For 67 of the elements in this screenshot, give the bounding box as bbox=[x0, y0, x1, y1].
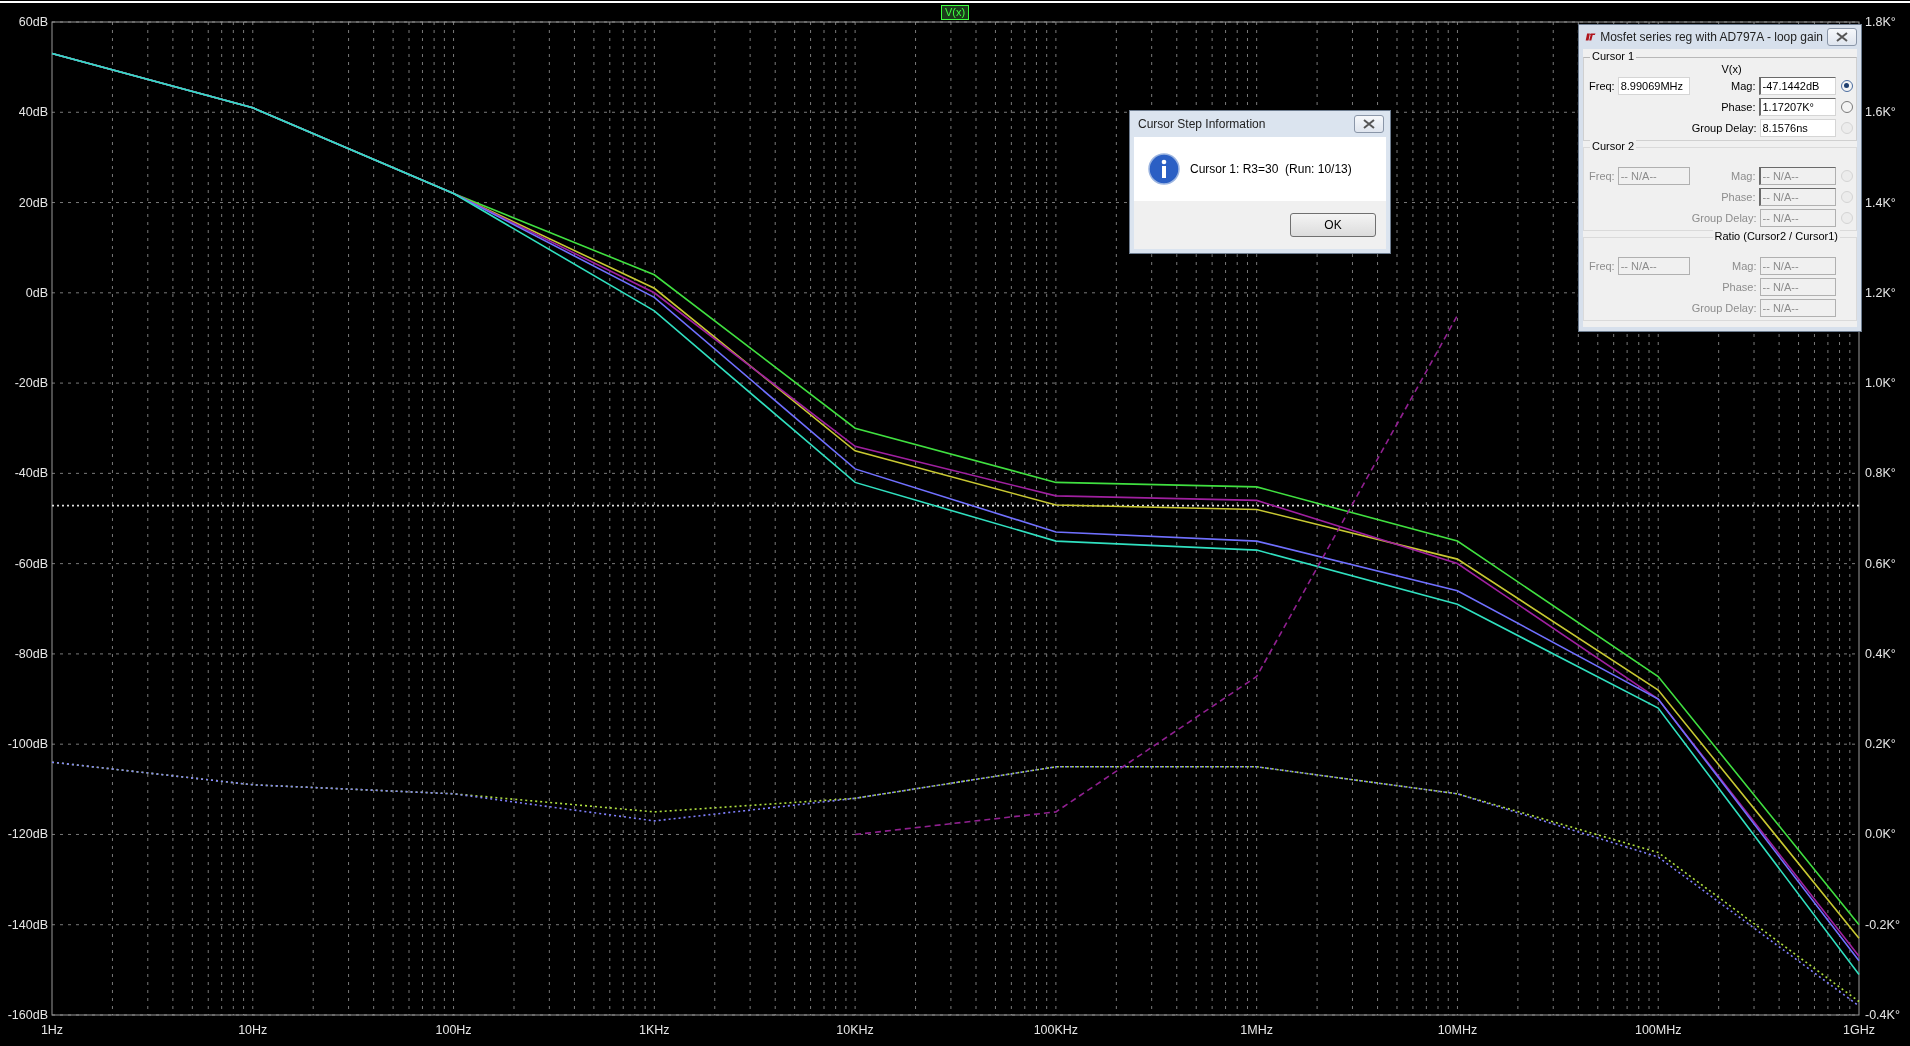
value-field[interactable]: 1.17207K° bbox=[1758, 97, 1836, 116]
axis-label: -120dB bbox=[7, 827, 48, 842]
axis-label: 100KHz bbox=[1033, 1023, 1079, 1037]
axis-label: 0.0K° bbox=[1865, 827, 1896, 842]
axis-label: 10Hz bbox=[238, 1023, 268, 1037]
field-label: Group Delay: bbox=[1691, 211, 1757, 224]
axis-label: 1.0K° bbox=[1865, 376, 1896, 391]
axis-label: 0dB bbox=[25, 285, 48, 300]
axis-label: 1KHz bbox=[639, 1023, 670, 1037]
close-icon bbox=[1363, 119, 1375, 129]
logo-icon bbox=[1585, 31, 1597, 43]
axis-label: 20dB bbox=[18, 195, 48, 210]
close-icon bbox=[1836, 32, 1848, 42]
axis-label: 1.4K° bbox=[1865, 195, 1896, 210]
axis-label: 0.8K° bbox=[1865, 466, 1896, 481]
axis-label: 10MHz bbox=[1437, 1023, 1478, 1037]
close-button[interactable] bbox=[1827, 28, 1857, 46]
field-label: Freq: bbox=[1589, 260, 1615, 272]
ok-button[interactable]: OK bbox=[1290, 213, 1376, 237]
field-label: Mag: bbox=[1731, 169, 1756, 182]
field-label: Phase: bbox=[1721, 100, 1756, 113]
axis-label: 1.8K° bbox=[1865, 15, 1896, 29]
axis-label: -80dB bbox=[14, 646, 48, 661]
axis-label: 1MHz bbox=[1240, 1023, 1273, 1037]
message-text: Cursor 1: R3=30 (Run: 10/13) bbox=[1190, 162, 1352, 176]
trace-name: V(x) bbox=[1721, 63, 1742, 75]
dialog-title: Cursor Step Information bbox=[1138, 117, 1266, 131]
axis-label: -0.4K° bbox=[1865, 1008, 1900, 1022]
axis-label: -0.2K° bbox=[1865, 917, 1900, 932]
axis-label: -20dB bbox=[14, 376, 48, 391]
field-label: Phase: bbox=[1721, 190, 1756, 203]
group-label: Cursor 2 bbox=[1590, 140, 1637, 152]
axis-label: 1.6K° bbox=[1865, 105, 1896, 120]
window-title: Mosfet series reg with AD797A - loop gain bbox=[1600, 30, 1823, 44]
radio-button[interactable] bbox=[1840, 79, 1853, 92]
radio-button[interactable] bbox=[1840, 100, 1853, 113]
axis-label: -140dB bbox=[7, 917, 48, 932]
group-label: Cursor 1 bbox=[1590, 50, 1637, 62]
axis-label: 60dB bbox=[18, 15, 48, 29]
axis-label: 0.6K° bbox=[1865, 556, 1896, 571]
axis-label: -40dB bbox=[14, 466, 48, 481]
freq-field[interactable]: 8.99069MHz bbox=[1617, 77, 1690, 95]
axis-label: -60dB bbox=[14, 556, 48, 571]
value-field[interactable]: -47.1442dB bbox=[1758, 76, 1836, 95]
value-field[interactable]: 8.1576ns bbox=[1759, 118, 1836, 137]
axis-label: -160dB bbox=[7, 1008, 48, 1022]
field-label: Mag: bbox=[1732, 259, 1757, 272]
info-icon bbox=[1148, 153, 1180, 185]
axis-label: 1GHz bbox=[1843, 1023, 1875, 1037]
field-label: Group Delay: bbox=[1691, 121, 1757, 134]
axis-label: -100dB bbox=[7, 737, 48, 752]
field-label: Group Delay: bbox=[1691, 301, 1757, 314]
axis-label: 0.2K° bbox=[1865, 737, 1896, 752]
close-button[interactable] bbox=[1354, 115, 1384, 133]
field-label: Phase: bbox=[1722, 280, 1757, 293]
axis-label: 10KHz bbox=[836, 1023, 874, 1037]
axis-label: 100MHz bbox=[1634, 1023, 1682, 1037]
axis-label: 100Hz bbox=[435, 1023, 472, 1037]
field-label: Freq: bbox=[1589, 80, 1615, 92]
axis-label: 0.4K° bbox=[1865, 646, 1896, 661]
axis-label: 1Hz bbox=[40, 1023, 64, 1037]
field-label: Freq: bbox=[1589, 170, 1615, 182]
field-label: Mag: bbox=[1731, 79, 1756, 92]
group-label: Ratio (Cursor2 / Cursor1) bbox=[1712, 230, 1840, 242]
axis-label: 1.2K° bbox=[1865, 285, 1896, 300]
trace-label: V(x) bbox=[941, 5, 970, 20]
axis-label: 40dB bbox=[18, 105, 48, 120]
